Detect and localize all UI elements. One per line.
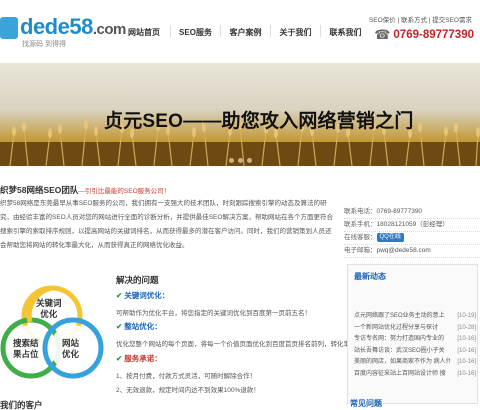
top-links[interactable]: SEO保价 | 联系方式 | 提交SEO需求 [369,14,472,24]
intro-subtitle: —引引比最能的SEO服务公司！ [78,188,171,195]
list-item[interactable]: 百度内容征采站上百网站设计师 搜 [10-16] [354,369,476,381]
list-item[interactable]: 专访专名网：努力打造国内专业的 [10-16] [354,334,476,346]
contact-mobile: 联系手机：18028121059（彭经理） [344,219,480,232]
news-panel: 最新动态 点元网络跟了SEO业务主动的意上 [10-19] 一个新网站优化过程分享… [347,264,478,404]
site-logo[interactable]: dede58.com 找源码 到得得 [0,14,126,48]
circle-label-search-result: 搜索结 果占位 [13,338,39,359]
phone-icon: ☎ [374,27,391,42]
intro-body: 织梦58网络是东莞最早从事SEO服务的公司，我们拥有一支强大的技术团队，时刻跟踪… [0,200,333,249]
service-circles-graphic: 关键词 优化 搜索结 果占位 网站 优化 [0,282,105,390]
logo-slogan: 找源码 到得得 [22,41,66,48]
circle-label-keyword: 关键词 优化 [36,298,62,319]
solution-title: 解决的问题 [116,275,159,285]
logo-text: dede58.com [20,14,126,39]
news-title: 最新动态 [354,272,386,281]
qq-online-button[interactable]: QQ在线 [376,232,404,242]
nav-item-seo-service[interactable]: SEO服务 [171,27,220,38]
faq-title: 常见问题 [350,399,382,408]
solution-site: ✔ 整站优化： 优化您整个网站的每个页面，将每一个价值页面优化到百度首页排名前列，… [116,322,370,348]
banner-dot[interactable] [246,158,252,163]
main-nav: 网站首页 SEO服务 客户案例 关于我们 联系我们 [118,25,370,38]
hero-banner: 贞元SEO——助您攻入网络营销之门 [0,63,480,166]
solution-keyword: ✔ 关键词优化： 可帮助作为优化平台，将您指定的关键词优化到百度第一页前五名！ [116,291,311,317]
banner-dot[interactable] [228,158,234,163]
list-item[interactable]: 站长吾舞访谈：武汉SEO圈小子关 [10-16] [354,346,476,358]
banner-pagination [0,158,480,163]
nav-item-home[interactable]: 网站首页 [118,27,170,38]
check-icon: ✔ [116,354,123,363]
page: dede58.com 找源码 到得得 网站首页 SEO服务 客户案例 关于我们 … [0,0,480,410]
intro-heading: 织梦58网络SEO团队—引引比最能的SEO服务公司！ [0,180,170,198]
solution-promise: ✔ 服务承诺： 1、按月付费，付款方式灵活，可随时解除合作！ 2、无效退款，规定时… [116,354,260,394]
list-item[interactable]: 一个新网站优化过程分享与探讨 [10-28] [354,323,476,335]
header-phone: ☎ 0769-89777390 [374,27,474,43]
check-icon: ✔ [116,291,123,300]
contact-email: 电子邮箱：pwq@dede58.com [344,245,480,258]
circle-label-site: 网站 优化 [62,338,80,359]
contact-box: 联系电话：0769-89777390 联系手机：18028121059（彭经理）… [344,206,480,258]
contact-phone: 联系电话：0769-89777390 [344,206,480,219]
check-icon: ✔ [116,322,123,331]
list-item[interactable]: 点元网络跟了SEO业务主动的意上 [10-19] [354,311,476,323]
list-item[interactable]: 美丽的网店，如果商家不作为 病人代 [10-16] [354,357,476,369]
intro-title: 织梦58网络SEO团队 [0,185,79,195]
nav-item-about[interactable]: 关于我们 [271,27,320,38]
nav-item-cases[interactable]: 客户案例 [221,27,270,38]
clients-title: 我们的客户 [0,400,43,410]
news-list: 点元网络跟了SEO业务主动的意上 [10-19] 一个新网站优化过程分享与探讨 [1… [354,311,476,381]
logo-mark-icon [0,17,18,39]
nav-item-contact[interactable]: 联系我们 [321,27,370,38]
phone-number: 0769-89777390 [393,29,474,41]
contact-online-service: 在线客服： QQ在线 [344,232,480,245]
banner-dot[interactable] [237,158,243,163]
banner-title: 贞元SEO——助您攻入网络营销之门 [104,111,414,132]
